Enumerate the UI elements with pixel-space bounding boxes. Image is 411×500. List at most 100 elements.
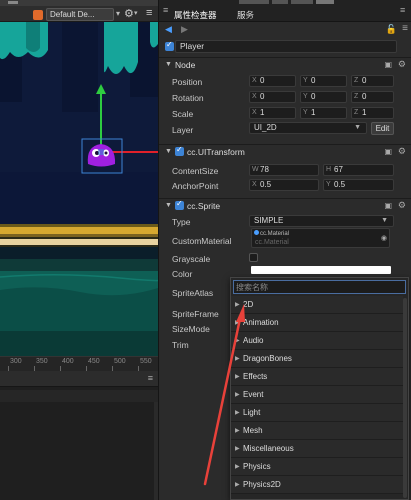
ground <box>0 247 158 356</box>
help-doc-icon[interactable]: ▣ <box>384 201 392 210</box>
layer-select[interactable]: UI_2D ▼ <box>249 122 367 134</box>
back-arrow-icon[interactable]: ◀ <box>165 24 172 35</box>
position-x-field[interactable]: X0 <box>249 75 296 87</box>
rotation-x-field[interactable]: X0 <box>249 91 296 103</box>
component-category-audio[interactable]: ▶ Audio <box>231 332 403 350</box>
color-swatch[interactable] <box>251 266 391 274</box>
popup-scrollbar[interactable] <box>403 298 407 498</box>
chevron-down-icon[interactable]: ▾ <box>116 9 120 18</box>
mid-ground <box>0 172 158 224</box>
component-category-effects[interactable]: ▶ Effects <box>231 368 403 386</box>
contentsize-width-field[interactable]: W 78 <box>249 164 319 176</box>
scale-x-field[interactable]: X1 <box>249 107 296 119</box>
menu-icon[interactable]: ≡ <box>400 5 405 15</box>
ruler-tick: 550 <box>140 358 152 365</box>
scale-y-field[interactable]: Y1 <box>300 107 347 119</box>
component-category-2d[interactable]: ▶ 2D <box>231 296 403 314</box>
tab-inspector[interactable]: 属性检查器 <box>174 9 217 21</box>
chevron-right-icon: ▶ <box>235 320 240 326</box>
layer-edit-button[interactable]: Edit <box>371 122 394 135</box>
bottom-panel-subbar <box>0 390 158 402</box>
chevron-down-icon[interactable]: ▼ <box>165 61 172 68</box>
grayscale-checkbox[interactable] <box>249 253 258 262</box>
anchor-x-field[interactable]: X 0.5 <box>249 179 319 191</box>
component-category-light[interactable]: ▶ Light <box>231 404 403 422</box>
component-enabled-checkbox[interactable] <box>175 145 184 156</box>
gear-icon[interactable]: ⚙ <box>398 200 406 211</box>
forward-arrow-icon[interactable]: ▶ <box>181 24 188 35</box>
chevron-right-icon: ▶ <box>235 392 240 398</box>
component-category-dragonbones[interactable]: ▶ DragonBones <box>231 350 403 368</box>
contentsize-height-field[interactable]: H 67 <box>323 164 394 176</box>
scene-panel: Default De... ▾ ⚙ ▾ ≡ 300 350 400 450 50… <box>0 0 158 500</box>
chevron-right-icon: ▶ <box>235 374 240 380</box>
ruler-tick: 350 <box>36 358 48 365</box>
tab-services[interactable]: 服务 <box>237 9 254 21</box>
material-type-badge: cc.Material <box>254 230 289 237</box>
ruler-tick: 450 <box>88 358 100 365</box>
chevron-right-icon: ▶ <box>235 428 240 434</box>
spriteatlas-label: SpriteAtlas <box>172 288 214 298</box>
anchorpoint-label: AnchorPoint <box>172 181 219 191</box>
chevron-right-icon: ▶ <box>235 482 240 488</box>
component-category-physics2d[interactable]: ▶ Physics2D <box>231 476 403 494</box>
menu-icon[interactable]: ≡ <box>402 23 408 34</box>
chevron-down-icon[interactable]: ▾ <box>134 9 138 17</box>
ruler-tick: 500 <box>114 358 126 365</box>
view-select[interactable]: Default De... <box>46 8 114 21</box>
color-label: Color <box>172 269 193 279</box>
component-category-physics[interactable]: ▶ Physics <box>231 458 403 476</box>
material-placeholder: cc.Material <box>255 239 289 246</box>
gear-icon[interactable]: ⚙ <box>398 146 406 157</box>
ruler-tick: 400 <box>62 358 74 365</box>
custom-material-field[interactable]: cc.Material cc.Material ◉ <box>251 228 390 248</box>
scale-z-field[interactable]: Z1 <box>351 107 394 119</box>
node-name-field[interactable]: Player <box>175 40 397 53</box>
help-doc-icon[interactable]: ▣ <box>384 60 392 69</box>
section-node-header[interactable]: ▼ Node ▣ ⚙ <box>159 57 411 71</box>
rotation-y-field[interactable]: Y0 <box>300 91 347 103</box>
asset-picker-icon[interactable]: ◉ <box>381 234 387 242</box>
help-doc-icon[interactable]: ▣ <box>384 147 392 156</box>
lock-icon[interactable]: 🔓 <box>386 24 397 35</box>
menu-icon[interactable]: ≡ <box>163 5 168 15</box>
position-y-field[interactable]: Y0 <box>300 75 347 87</box>
sprite-type-select[interactable]: SIMPLE ▼ <box>249 215 394 227</box>
section-title: Node <box>175 60 196 70</box>
scene-ruler: 300 350 400 450 500 550 <box>0 356 158 371</box>
component-category-event[interactable]: ▶ Event <box>231 386 403 404</box>
contentsize-label: ContentSize <box>172 166 219 176</box>
component-category-mesh[interactable]: ▶ Mesh <box>231 422 403 440</box>
chevron-down-icon[interactable]: ▼ <box>165 202 172 209</box>
inspector-toolbar: ◀ ▶ 🔓 ≡ <box>159 22 411 36</box>
component-category-animation[interactable]: ▶ Animation <box>231 314 403 332</box>
bottom-panel: ≡ <box>0 371 158 500</box>
component-category-miscellaneous[interactable]: ▶ Miscellaneous <box>231 440 403 458</box>
grayscale-label: Grayscale <box>172 254 211 264</box>
menu-icon[interactable]: ≡ <box>146 7 152 19</box>
sizemode-label: SizeMode <box>172 324 210 334</box>
chevron-right-icon: ▶ <box>235 338 240 344</box>
rotation-z-field[interactable]: Z0 <box>351 91 394 103</box>
position-z-field[interactable]: Z0 <box>351 75 394 87</box>
toolbar-top-strip <box>0 0 158 6</box>
chevron-down-icon[interactable]: ▼ <box>165 148 172 155</box>
section-uitransform-header[interactable]: ▼ cc.UITransform ▣ ⚙ <box>159 144 411 158</box>
golden-stripe <box>0 224 158 247</box>
section-sprite-header[interactable]: ▼ cc.Sprite ▣ ⚙ <box>159 198 411 212</box>
ruler-tick: 300 <box>10 358 22 365</box>
position-label: Position <box>172 77 203 87</box>
type-label: Type <box>172 217 191 227</box>
chevron-right-icon: ▶ <box>235 302 240 308</box>
scene-canvas[interactable] <box>0 22 158 356</box>
section-title: cc.UITransform <box>187 147 245 157</box>
component-search-input[interactable] <box>233 280 406 294</box>
component-enabled-checkbox[interactable] <box>175 199 184 210</box>
anchor-y-field[interactable]: Y 0.5 <box>323 179 394 191</box>
layer-label: Layer <box>172 125 194 135</box>
node-active-checkbox[interactable] <box>165 40 174 51</box>
menu-icon[interactable]: ≡ <box>148 373 153 383</box>
gear-icon[interactable]: ⚙ <box>124 7 134 20</box>
gear-icon[interactable]: ⚙ <box>398 59 406 70</box>
mode-2d-icon[interactable] <box>33 10 43 20</box>
